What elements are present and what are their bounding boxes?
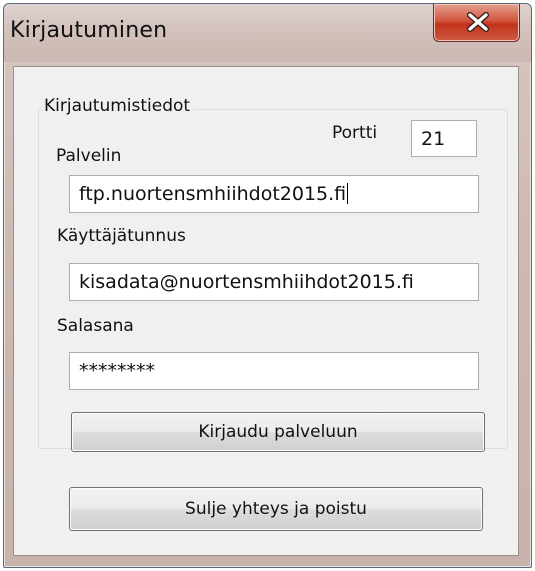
username-input[interactable]: kisadata@nuortensmhiihdot2015.fi: [69, 263, 479, 301]
close-and-exit-button[interactable]: Sulje yhteys ja poistu: [69, 487, 483, 531]
server-input-value: ftp.nuortensmhiihdot2015.fi: [79, 183, 347, 205]
password-input[interactable]: ********: [69, 352, 479, 390]
close-and-exit-button-label: Sulje yhteys ja poistu: [185, 499, 367, 519]
title-bar[interactable]: Kirjautuminen: [4, 4, 531, 62]
username-label: Käyttäjätunnus: [57, 226, 186, 246]
username-input-value: kisadata@nuortensmhiihdot2015.fi: [79, 271, 414, 293]
server-input[interactable]: ftp.nuortensmhiihdot2015.fi: [69, 175, 479, 213]
window-close-button[interactable]: [433, 4, 520, 42]
password-input-value: ********: [79, 360, 155, 382]
login-details-group-legend: Kirjautumistiedot: [41, 96, 194, 116]
login-dialog-window: Kirjautuminen Kirjautumistiedot Palvelin…: [3, 3, 532, 568]
window-title: Kirjautuminen: [10, 18, 168, 43]
port-label: Portti: [332, 123, 378, 143]
port-input-value: 21: [421, 128, 446, 150]
login-button[interactable]: Kirjaudu palveluun: [71, 412, 485, 452]
close-icon: [467, 12, 489, 32]
password-label: Salasana: [57, 316, 134, 336]
login-button-label: Kirjaudu palveluun: [198, 422, 358, 442]
text-cursor: [347, 183, 349, 204]
dialog-client-area: Kirjautumistiedot Palvelin Portti 21 ftp…: [13, 66, 519, 556]
port-input[interactable]: 21: [411, 120, 477, 157]
server-label: Palvelin: [56, 146, 122, 166]
